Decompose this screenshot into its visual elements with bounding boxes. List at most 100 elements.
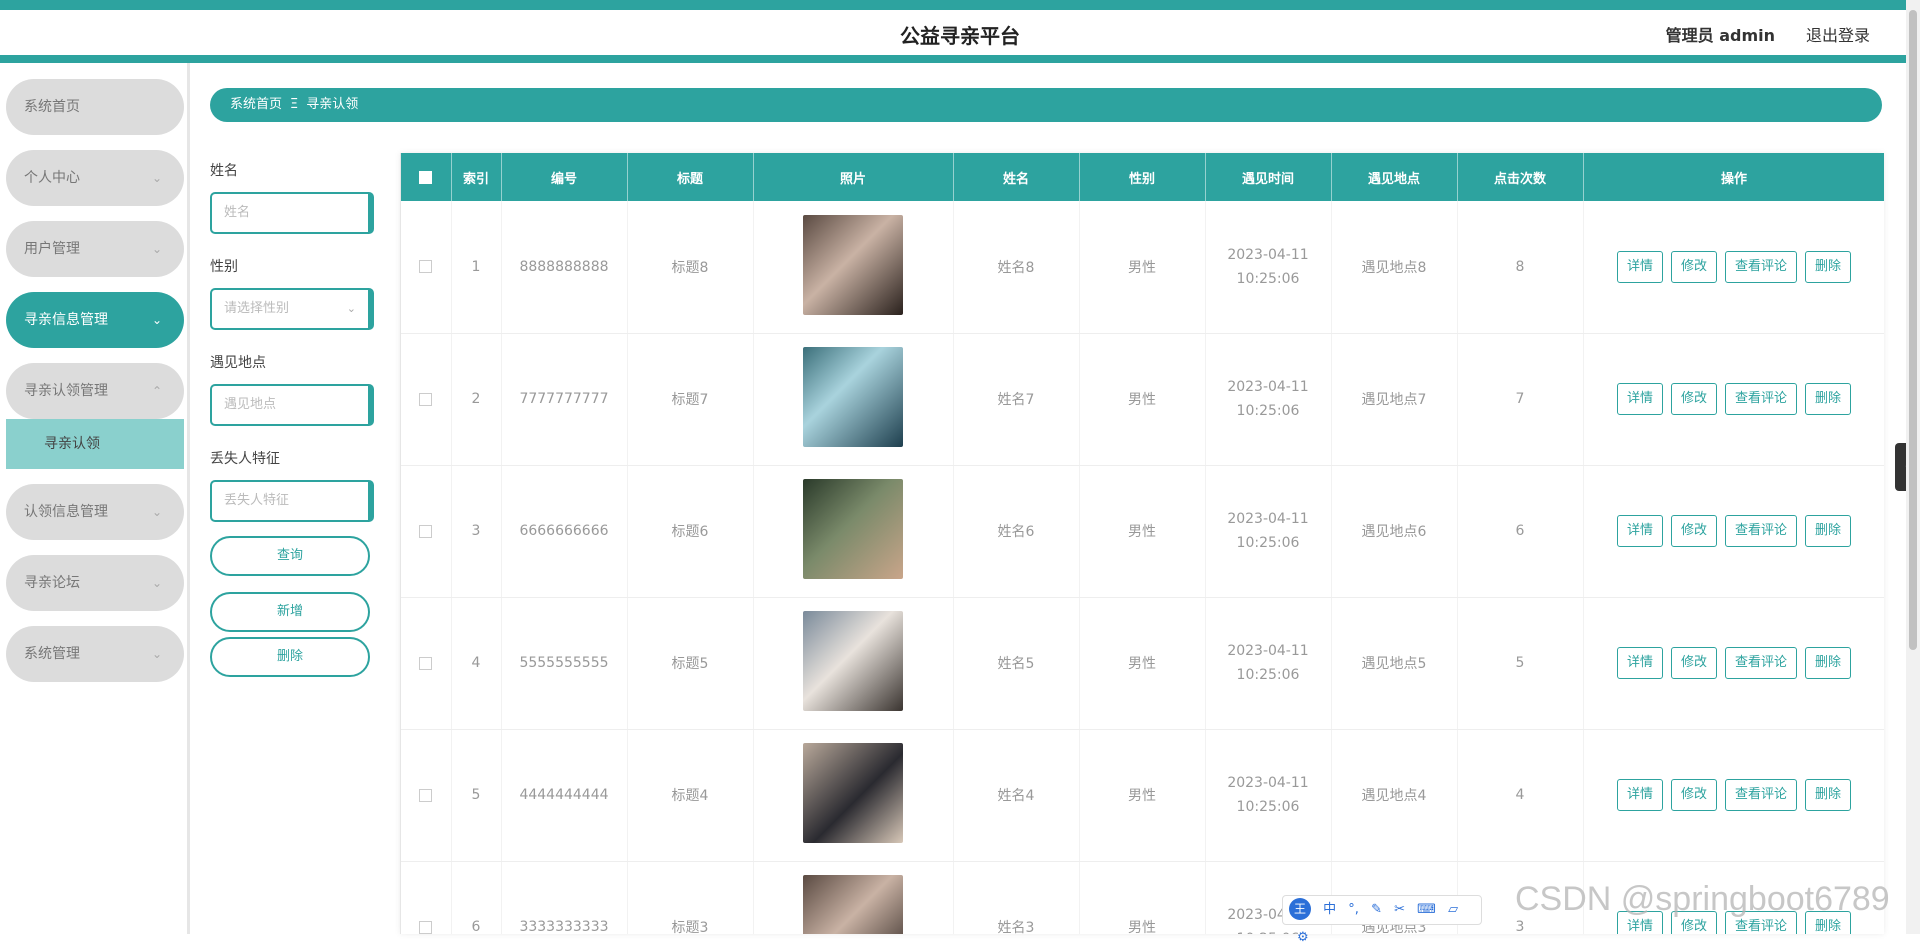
row-checkbox[interactable] bbox=[419, 656, 433, 670]
row-checkbox[interactable] bbox=[419, 920, 433, 934]
sidebar-subitem-claim[interactable]: 寻亲认领 bbox=[6, 419, 184, 469]
ime-logo[interactable]: 王 bbox=[1289, 898, 1311, 920]
gear-icon[interactable]: ⚙ bbox=[1297, 930, 1309, 945]
ime-toolbar[interactable]: 王 中 °, ✎ ✂ ⌨ ▱ ⚙ bbox=[1282, 895, 1482, 945]
sidebar-item-claim-info[interactable]: 认领信息管理 ⌄ bbox=[6, 484, 184, 540]
admin-label: 管理员 admin bbox=[1665, 26, 1775, 45]
sidebar-item-home[interactable]: 系统首页 bbox=[6, 79, 184, 135]
cell-name: 姓名6 bbox=[953, 465, 1080, 598]
name-label: 姓名 bbox=[210, 163, 238, 179]
edit-button[interactable]: 修改 bbox=[1670, 779, 1717, 811]
cell-title: 标题8 bbox=[627, 201, 754, 334]
edit-button[interactable]: 修改 bbox=[1670, 647, 1717, 679]
scrollbar-thumb[interactable] bbox=[1909, 10, 1917, 650]
shirt-icon[interactable]: ▱ bbox=[1448, 902, 1458, 917]
person-photo[interactable] bbox=[803, 347, 903, 447]
cell-photo bbox=[753, 465, 954, 598]
add-button[interactable]: 新增 bbox=[210, 592, 370, 632]
cell-name: 姓名4 bbox=[953, 729, 1080, 862]
cell-place: 遇见地点7 bbox=[1331, 333, 1458, 466]
sidebar-item-search-info[interactable]: 寻亲信息管理 ⌄ bbox=[6, 292, 184, 348]
person-photo[interactable] bbox=[803, 479, 903, 579]
person-photo[interactable] bbox=[803, 214, 903, 315]
cell-index: 2 bbox=[451, 333, 502, 466]
cell-index: 4 bbox=[451, 597, 502, 730]
scissors-icon[interactable]: ✂ bbox=[1394, 902, 1405, 917]
detail-button[interactable]: 详情 bbox=[1616, 647, 1663, 679]
row-select-cell bbox=[401, 465, 452, 598]
chevron-down-icon: ⌄ bbox=[151, 242, 162, 256]
query-button[interactable]: 查询 bbox=[210, 536, 370, 576]
cell-gender: 男性 bbox=[1079, 729, 1206, 862]
edit-button[interactable]: 修改 bbox=[1670, 250, 1717, 283]
punctuation-icon[interactable]: °, bbox=[1348, 902, 1359, 917]
cell-code: 5555555555 bbox=[501, 597, 628, 730]
row-checkbox[interactable] bbox=[419, 788, 433, 802]
detail-button[interactable]: 详情 bbox=[1616, 779, 1663, 811]
cell-photo bbox=[753, 333, 954, 466]
view-comments-button[interactable]: 查看评论 bbox=[1725, 250, 1798, 283]
delete-row-button[interactable]: 删除 bbox=[1805, 250, 1852, 283]
filter-panel: 姓名 姓名 性别 请选择性别 ⌄ 遇见地点 遇见地点 丢失人特征 丢失人特征 查询… bbox=[210, 160, 375, 682]
cell-photo bbox=[753, 861, 954, 934]
name-input[interactable]: 姓名 bbox=[210, 192, 374, 234]
gender-select[interactable]: 请选择性别 ⌄ bbox=[210, 288, 374, 330]
row-checkbox[interactable] bbox=[419, 260, 433, 274]
place-label: 遇见地点 bbox=[210, 355, 266, 371]
place-input[interactable]: 遇见地点 bbox=[210, 384, 374, 426]
chevron-down-icon: ⌄ bbox=[151, 647, 162, 661]
detail-button[interactable]: 详情 bbox=[1616, 383, 1663, 415]
table-row: 5 4444444444 标题4 姓名4 男性 2023-04-11 10:25:06 遇见… bbox=[401, 729, 1884, 862]
sidebar-item-user-management[interactable]: 用户管理 ⌄ bbox=[6, 221, 184, 277]
row-select-cell bbox=[401, 201, 452, 334]
view-comments-button[interactable]: 查看评论 bbox=[1725, 779, 1798, 811]
sidebar-item-claim-management[interactable]: 寻亲认领管理 ⌃ bbox=[6, 363, 184, 419]
detail-button[interactable]: 详情 bbox=[1616, 515, 1663, 547]
delete-row-button[interactable]: 删除 bbox=[1805, 383, 1852, 415]
cell-place: 遇见地点5 bbox=[1331, 597, 1458, 730]
ime-mode[interactable]: 中 bbox=[1323, 902, 1336, 917]
sidebar-item-system[interactable]: 系统管理 ⌄ bbox=[6, 626, 184, 682]
cell-time: 2023-04-11 10:25:06 bbox=[1205, 465, 1332, 598]
view-comments-button[interactable]: 查看评论 bbox=[1725, 383, 1798, 415]
breadcrumb-separator: Ξ bbox=[290, 97, 299, 112]
page-title: 公益寻亲平台 bbox=[900, 24, 1020, 48]
row-checkbox[interactable] bbox=[419, 392, 433, 406]
delete-button[interactable]: 删除 bbox=[210, 637, 370, 677]
sidebar-item-label: 系统管理 bbox=[24, 646, 80, 662]
feature-input[interactable]: 丢失人特征 bbox=[210, 480, 374, 522]
person-photo[interactable] bbox=[803, 611, 903, 711]
row-checkbox[interactable] bbox=[419, 524, 433, 538]
cell-name: 姓名7 bbox=[953, 333, 1080, 466]
select-all-checkbox[interactable] bbox=[419, 170, 433, 184]
logout-link[interactable]: 退出登录 bbox=[1806, 22, 1870, 46]
cell-time: 2023-04-11 10:25:06 bbox=[1205, 729, 1332, 862]
cell-time: 2023-04-11 10:25:06 bbox=[1205, 597, 1332, 730]
person-photo[interactable] bbox=[803, 743, 903, 843]
delete-row-button[interactable]: 删除 bbox=[1805, 515, 1852, 547]
pen-icon[interactable]: ✎ bbox=[1371, 902, 1382, 917]
person-photo[interactable] bbox=[803, 875, 903, 934]
sidebar-item-label: 寻亲信息管理 bbox=[24, 312, 108, 328]
edit-button[interactable]: 修改 bbox=[1670, 515, 1717, 547]
delete-row-button[interactable]: 删除 bbox=[1805, 647, 1852, 679]
page-scrollbar[interactable] bbox=[1906, 0, 1920, 934]
sidebar-item-personal-center[interactable]: 个人中心 ⌄ bbox=[6, 150, 184, 206]
row-select-cell bbox=[401, 729, 452, 862]
view-comments-button[interactable]: 查看评论 bbox=[1725, 515, 1798, 547]
cell-code: 7777777777 bbox=[501, 333, 628, 466]
detail-button[interactable]: 详情 bbox=[1616, 250, 1663, 283]
sidebar-item-forum[interactable]: 寻亲论坛 ⌄ bbox=[6, 555, 184, 611]
top-bar: 公益寻亲平台 管理员 admin 退出登录 bbox=[0, 0, 1920, 63]
view-comments-button[interactable]: 查看评论 bbox=[1725, 647, 1798, 679]
feature-label: 丢失人特征 bbox=[210, 451, 280, 467]
table-row: 2 7777777777 标题7 姓名7 男性 2023-04-11 10:25:06 遇见… bbox=[401, 333, 1884, 466]
cell-name: 姓名5 bbox=[953, 597, 1080, 730]
cell-code: 3333333333 bbox=[501, 861, 628, 934]
header-code: 编号 bbox=[501, 153, 628, 201]
delete-row-button[interactable]: 删除 bbox=[1805, 779, 1852, 811]
breadcrumb-home[interactable]: 系统首页 bbox=[230, 97, 282, 112]
keyboard-icon[interactable]: ⌨ bbox=[1417, 902, 1436, 917]
edit-button[interactable]: 修改 bbox=[1670, 383, 1717, 415]
cell-name: 姓名8 bbox=[953, 201, 1080, 334]
